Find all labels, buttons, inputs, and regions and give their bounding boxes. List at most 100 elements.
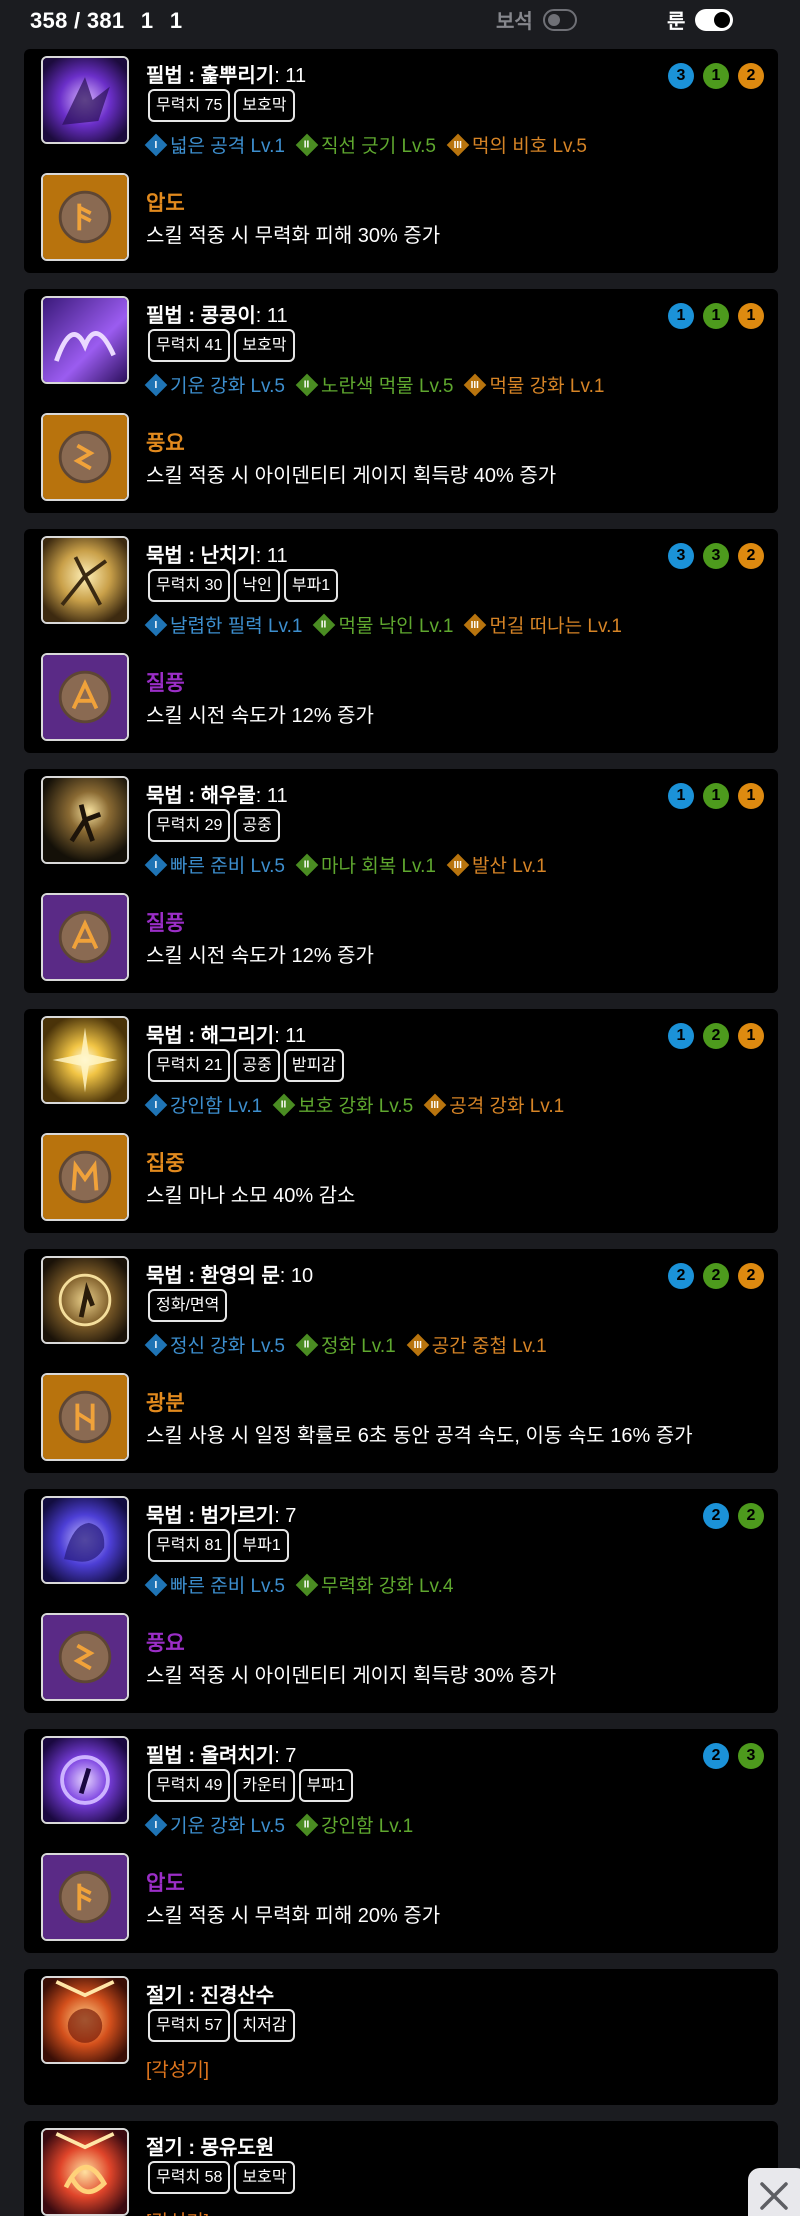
rune-toggle-group[interactable]: 룬 xyxy=(667,5,734,34)
tier1-icon: I xyxy=(144,613,168,636)
skill-tag: 무력치 49 xyxy=(148,1769,231,1802)
rune-icon xyxy=(41,893,129,981)
tier1-icon: I xyxy=(144,133,168,156)
skill-card-awakening[interactable]: 절기 : 진경산수 무력치 57 치저감 [각성기] xyxy=(24,1969,778,2105)
tier2-icon: II xyxy=(295,373,319,396)
gem-toggle-switch[interactable] xyxy=(542,8,577,31)
close-button[interactable] xyxy=(748,2168,800,2216)
gem-toggle-group[interactable]: 보석 xyxy=(496,5,577,34)
skill-tag: 무력치 75 xyxy=(148,89,231,122)
rune-description: 스킬 적중 시 아이덴티티 게이지 획득량 30% 증가 xyxy=(146,1665,557,1687)
skill-card[interactable]: 필법 : 콩콩이: 11 무력치 41 보호막 I 기운 강화 Lv.5 II 노란… xyxy=(24,289,778,513)
skill-card-awakening[interactable]: 절기 : 몽유도원 무력치 58 보호막 [각성기] xyxy=(24,2121,778,2216)
tier1-icon: I xyxy=(144,1573,168,1596)
tripod-3: III 발산 Lv.1 xyxy=(446,851,547,878)
rune-toggle-label: 룬 xyxy=(667,11,686,33)
skill-tags: 무력치 49 카운터 부파1 xyxy=(148,1769,357,1802)
gem-toggle-label: 보석 xyxy=(496,11,533,33)
tripod-1: I 넓은 공격 Lv.1 xyxy=(144,131,285,158)
tripod-3: III 공간 중첩 Lv.1 xyxy=(406,1331,547,1358)
skill-tags: 무력치 81 부파1 xyxy=(148,1529,293,1562)
tier3-icon: III xyxy=(464,613,487,636)
awakening-label: [각성기] xyxy=(146,2060,209,2081)
skill-icon xyxy=(41,1256,129,1344)
gem-badge: 1 xyxy=(668,783,694,809)
tier3-icon: III xyxy=(406,1333,430,1356)
tripod-2: II 강인함 Lv.1 xyxy=(295,1811,413,1838)
rune-toggle-switch[interactable] xyxy=(695,8,734,31)
skill-tag: 카운터 xyxy=(234,1769,295,1802)
skill-tag: 보호막 xyxy=(234,2161,295,2194)
gem-badge: 1 xyxy=(703,783,729,809)
gem-badge: 1 xyxy=(668,1023,694,1049)
tripod-3: III 먹의 비호 Lv.5 xyxy=(446,131,587,158)
skill-tags: 무력치 41 보호막 xyxy=(148,329,299,362)
tripod-list: I 기운 강화 Lv.5 II 노란색 먹물 Lv.5 III 먹물 강화 Lv.1 xyxy=(144,371,618,398)
skill-card[interactable]: 묵법 : 난치기: 11 무력치 30 낙인 부파1 I 날렵한 필력 Lv.1 … xyxy=(24,529,778,753)
tripod-3: III 먹물 강화 Lv.1 xyxy=(464,371,604,398)
skill-icon xyxy=(41,776,129,864)
tier1-icon: I xyxy=(144,1093,168,1116)
gem-indicators: 2 2 xyxy=(694,1503,764,1529)
tripod-list: I 넓은 공격 Lv.1 II 직선 긋기 Lv.5 III 먹의 비호 Lv.5 xyxy=(144,131,601,158)
tripod-3: III 먼길 떠나는 Lv.1 xyxy=(464,611,622,638)
tripod-2: II 직선 긋기 Lv.5 xyxy=(295,131,436,158)
skill-name: 묵법 : 해그리기: 11 xyxy=(146,1025,307,1047)
skill-tag: 무력치 81 xyxy=(148,1529,231,1562)
skill-icon xyxy=(41,536,129,624)
awakening-label: [각성기] xyxy=(146,2207,209,2216)
rune-name: 압도 xyxy=(146,1872,185,1895)
skill-tags: 무력치 57 치저감 xyxy=(148,2009,299,2042)
rune-name: 광분 xyxy=(146,1392,185,1415)
tier1-icon: I xyxy=(144,373,168,396)
skill-card[interactable]: 묵법 : 범가르기: 7 무력치 81 부파1 I 빠른 준비 Lv.5 II 무력… xyxy=(24,1489,778,1713)
skill-tag: 부파1 xyxy=(298,1769,353,1802)
tier2-icon: II xyxy=(272,1093,296,1116)
skill-tag: 무력치 58 xyxy=(148,2161,231,2194)
skill-tag: 무력치 21 xyxy=(148,1049,231,1082)
gem-indicators: 1 1 1 xyxy=(659,783,764,809)
tier2-icon: II xyxy=(313,613,336,636)
skill-card[interactable]: 필법 : 훑뿌리기: 11 무력치 75 보호막 I 넓은 공격 Lv.1 II 직… xyxy=(24,49,778,273)
skill-list: 필법 : 훑뿌리기: 11 무력치 75 보호막 I 넓은 공격 Lv.1 II 직… xyxy=(24,49,778,2216)
rune-description: 스킬 적중 시 아이덴티티 게이지 획득량 40% 증가 xyxy=(146,465,557,487)
skill-card[interactable]: 묵법 : 해그리기: 11 무력치 21 공중 받피감 I 강인함 Lv.1 II… xyxy=(24,1009,778,1233)
skill-icon xyxy=(41,1016,129,1104)
skill-card[interactable]: 필법 : 올려치기: 7 무력치 49 카운터 부파1 I 기운 강화 Lv.5 … xyxy=(24,1729,778,1953)
tier2-icon: II xyxy=(295,133,319,156)
skill-card[interactable]: 묵법 : 환영의 문: 10 정화/면역 I 정신 강화 Lv.5 II 정화 Lv… xyxy=(24,1249,778,1473)
skill-name: 필법 : 훑뿌리기: 11 xyxy=(146,65,307,87)
tripod-1: I 정신 강화 Lv.5 xyxy=(144,1331,285,1358)
rune-name: 풍요 xyxy=(146,1632,185,1655)
skill-tag: 정화/면역 xyxy=(148,1289,228,1322)
tier1-icon: I xyxy=(144,1333,168,1356)
rune-name: 질풍 xyxy=(146,672,185,695)
rune-description: 스킬 적중 시 무력화 피해 30% 증가 xyxy=(146,225,441,247)
tripod-1: I 날렵한 필력 Lv.1 xyxy=(144,611,302,638)
rune-name: 집중 xyxy=(146,1152,185,1175)
tripod-2: II 무력화 강화 Lv.4 xyxy=(295,1571,453,1598)
skill-tag: 무력치 57 xyxy=(148,2009,231,2042)
rune-name: 질풍 xyxy=(146,912,185,935)
tier2-icon: II xyxy=(295,853,319,876)
rune-icon xyxy=(41,1133,129,1221)
skill-tags: 무력치 75 보호막 xyxy=(148,89,299,122)
skill-card[interactable]: 묵법 : 해우물: 11 무력치 29 공중 I 빠른 준비 Lv.5 II 마나 … xyxy=(24,769,778,993)
gem-indicators: 1 2 1 xyxy=(659,1023,764,1049)
skill-name: 절기 : 진경산수 xyxy=(146,1985,275,2007)
gem-indicators: 3 1 2 xyxy=(659,63,764,89)
tier2-icon: II xyxy=(295,1813,319,1836)
skill-icon xyxy=(41,1496,129,1584)
tripod-list: I 날렵한 필력 Lv.1 II 먹물 낙인 Lv.1 III 먼길 떠나는 Lv.1 xyxy=(144,611,636,638)
tripod-1: I 기운 강화 Lv.5 xyxy=(144,1811,285,1838)
skill-tag: 부파1 xyxy=(234,1529,289,1562)
skill-tag: 공중 xyxy=(234,1049,280,1082)
skill-name: 묵법 : 범가르기: 7 xyxy=(146,1505,297,1527)
gem-badge: 2 xyxy=(703,1503,729,1529)
gem-badge: 2 xyxy=(738,543,764,569)
tripod-2: II 보호 강화 Lv.5 xyxy=(272,1091,413,1118)
tripod-2: II 마나 회복 Lv.1 xyxy=(295,851,436,878)
skill-name: 묵법 : 환영의 문: 10 xyxy=(146,1265,314,1287)
tripod-1: I 빠른 준비 Lv.5 xyxy=(144,1571,285,1598)
tripod-list: I 빠른 준비 Lv.5 II 마나 회복 Lv.1 III 발산 Lv.1 xyxy=(144,851,561,878)
